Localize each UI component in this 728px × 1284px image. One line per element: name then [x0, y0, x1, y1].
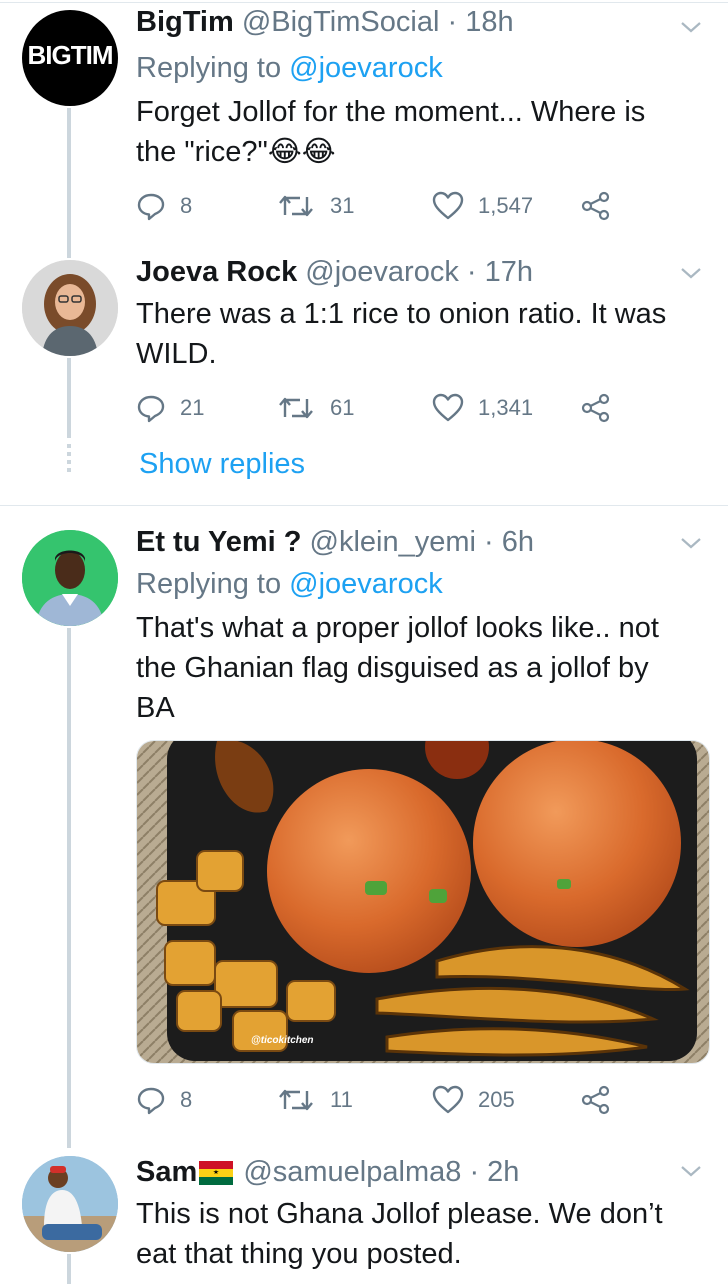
- like-count: 1,547: [478, 193, 534, 218]
- media-watermark: @ticokitchen: [251, 1035, 314, 1046]
- reply-count: 8: [180, 193, 193, 218]
- tweet-actions: 8 11 205: [136, 1082, 636, 1118]
- tweet-text-line: BA: [136, 692, 175, 724]
- chevron-down-icon[interactable]: [678, 260, 704, 286]
- reply-button[interactable]: 21: [136, 390, 204, 426]
- user-handle[interactable]: @klein_yemi: [310, 526, 476, 558]
- display-name[interactable]: BigTim: [136, 6, 234, 38]
- timestamp[interactable]: 6h: [502, 526, 534, 558]
- retweet-icon: [279, 195, 313, 217]
- chevron-down-icon[interactable]: [678, 1158, 704, 1184]
- share-icon: [581, 393, 610, 423]
- tweet-text-line: the Ghanian flag disguised as a jollof b…: [136, 652, 649, 684]
- replying-to-prefix: Replying to: [136, 568, 282, 600]
- retweet-icon: [279, 1089, 313, 1111]
- thread-dots: [67, 444, 71, 474]
- heart-icon: [432, 1085, 464, 1114]
- thread-line: [67, 628, 71, 1148]
- tweet-header: Joeva Rock @joevarock · 17h: [136, 256, 534, 288]
- tweet-text: There was a 1:1 rice to onion ratio. It …: [136, 294, 698, 374]
- like-button[interactable]: 1,341: [432, 390, 533, 426]
- timestamp[interactable]: 18h: [465, 6, 513, 38]
- reply-icon: [137, 193, 165, 221]
- tweet-text-line: This is not Ghana Jollof please. We don’…: [136, 1198, 663, 1230]
- replying-to: Replying to @joevarock: [136, 564, 698, 604]
- top-divider: [0, 2, 728, 3]
- avatar-photo: [22, 1156, 118, 1252]
- tweet-header: BigTim @BigTimSocial · 18h: [136, 6, 514, 38]
- avatar-samuelpalma8[interactable]: [22, 1156, 118, 1252]
- retweet-count: 31: [330, 193, 355, 218]
- replying-to: Replying to @joevarock: [136, 48, 698, 88]
- thread-line: [67, 358, 71, 438]
- tweet-text: That's what a proper jollof looks like..…: [136, 608, 698, 728]
- tweet-actions: 8 31 1,547: [136, 188, 636, 224]
- like-count: 1,341: [478, 395, 534, 420]
- timestamp[interactable]: 2h: [487, 1156, 519, 1188]
- chevron-down-icon[interactable]: [678, 14, 704, 40]
- retweet-button[interactable]: 31: [276, 188, 354, 224]
- retweet-button[interactable]: 61: [276, 390, 354, 426]
- tweet-text-line: WILD.: [136, 338, 217, 370]
- heart-icon: [432, 191, 464, 220]
- share-icon: [581, 191, 610, 221]
- tweet-bigtim[interactable]: BIGTIM BigTim @BigTimSocial · 18h Replyi…: [0, 0, 728, 258]
- tweet-klein-yemi[interactable]: Et tu Yemi ? @klein_yemi · 6h Replying t…: [0, 506, 728, 1148]
- tweet-joevarock[interactable]: Joeva Rock @joevarock · 17h There was a …: [0, 250, 728, 506]
- user-handle[interactable]: @samuelpalma8: [243, 1156, 461, 1188]
- user-handle[interactable]: @BigTimSocial: [242, 6, 440, 38]
- tweet-text-line: Forget Jollof for the moment... Where is: [136, 96, 646, 128]
- ghana-flag-icon: [199, 1161, 234, 1185]
- replying-to-prefix: Replying to: [136, 52, 282, 84]
- tweet-samuelpalma8[interactable]: Sam @samuelpalma8 · 2h This is not Ghana…: [0, 1136, 728, 1284]
- display-name[interactable]: Et tu Yemi ?: [136, 526, 301, 558]
- tweet-text-line: That's what a proper jollof looks like..…: [136, 612, 659, 644]
- user-handle[interactable]: @joevarock: [305, 256, 459, 288]
- replying-to-handle[interactable]: @joevarock: [289, 568, 443, 600]
- reply-count: 8: [180, 1087, 193, 1112]
- tweet-media-image[interactable]: @ticokitchen: [136, 740, 710, 1064]
- retweet-count: 61: [330, 395, 355, 420]
- show-replies-link[interactable]: Show replies: [139, 448, 305, 481]
- reply-icon: [137, 1087, 165, 1115]
- avatar-photo: [22, 530, 118, 626]
- tweet-text: This is not Ghana Jollof please. We don’…: [136, 1194, 698, 1274]
- avatar-klein-yemi[interactable]: [22, 530, 118, 626]
- tweet-text-line: the "rice?"😂😂: [136, 136, 336, 168]
- share-icon: [581, 1085, 610, 1115]
- tweet-text-line: eat that thing you posted.: [136, 1238, 462, 1270]
- display-name[interactable]: Sam: [136, 1156, 197, 1188]
- reply-button[interactable]: 8: [136, 188, 192, 224]
- share-button[interactable]: [580, 390, 626, 426]
- tweet-header: Et tu Yemi ? @klein_yemi · 6h: [136, 526, 535, 558]
- reply-count: 21: [180, 395, 205, 420]
- tweet-header: Sam @samuelpalma8 · 2h: [136, 1156, 520, 1188]
- avatar-joevarock[interactable]: [22, 260, 118, 356]
- reply-button[interactable]: 8: [136, 1082, 192, 1118]
- heart-icon: [432, 393, 464, 422]
- tweet-text: Forget Jollof for the moment... Where is…: [136, 92, 698, 172]
- like-count: 205: [478, 1087, 515, 1112]
- display-name[interactable]: Joeva Rock: [136, 256, 297, 288]
- share-button[interactable]: [580, 1082, 626, 1118]
- share-button[interactable]: [580, 188, 626, 224]
- chevron-down-icon[interactable]: [678, 530, 704, 556]
- retweet-icon: [279, 397, 313, 419]
- replying-to-handle[interactable]: @joevarock: [289, 52, 443, 84]
- reply-icon: [137, 395, 165, 423]
- like-button[interactable]: 205: [432, 1082, 515, 1118]
- like-button[interactable]: 1,547: [432, 188, 533, 224]
- retweet-count: 11: [330, 1087, 353, 1112]
- avatar-photo: [22, 260, 118, 356]
- retweet-button[interactable]: 11: [276, 1082, 353, 1118]
- thread-line: [67, 108, 71, 258]
- timestamp[interactable]: 17h: [485, 256, 533, 288]
- avatar-logo-text: BIGTIM: [27, 40, 114, 70]
- tweet-actions: 21 61 1,341: [136, 390, 636, 426]
- avatar-bigtim[interactable]: BIGTIM: [22, 10, 118, 106]
- jollof-photo: [137, 741, 709, 1063]
- tweet-text-line: There was a 1:1 rice to onion ratio. It …: [136, 298, 667, 330]
